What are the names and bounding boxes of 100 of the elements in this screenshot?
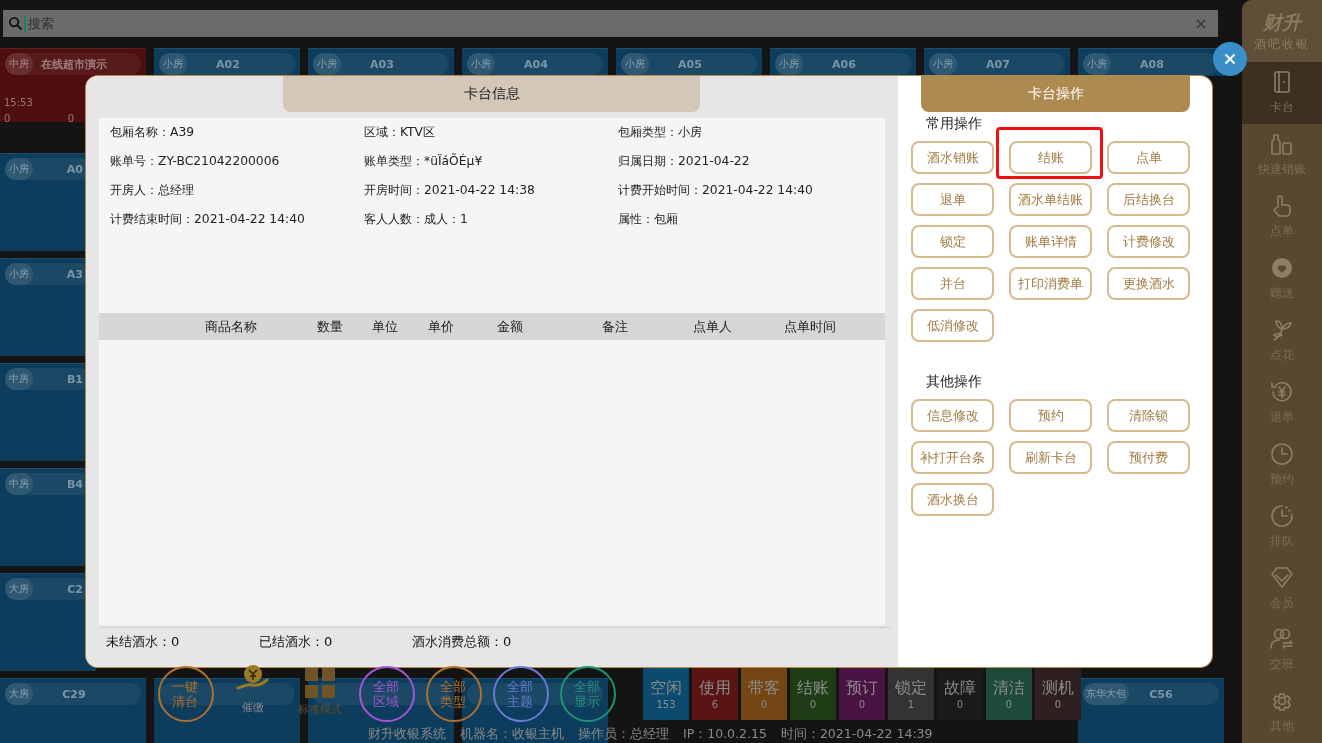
action-button[interactable]: 更换酒水	[1107, 267, 1190, 300]
filter-button[interactable]: 全部显示	[559, 666, 616, 722]
room-type-badge: 小房	[775, 53, 803, 75]
action-button[interactable]: 酒水销账	[911, 141, 994, 174]
action-button[interactable]: 后结换台	[1107, 183, 1190, 216]
action-button[interactable]: 锁定	[911, 225, 994, 258]
room-type-badge: 小房	[1083, 53, 1111, 75]
search-field[interactable]: 搜索	[3, 10, 1218, 37]
toolbar-button[interactable]: 催缴	[235, 664, 270, 715]
status-text: IP：10.0.2.15	[683, 726, 767, 743]
action-button[interactable]: 计费修改	[1107, 225, 1190, 258]
room-tile[interactable]: 小房 A06	[770, 48, 916, 76]
status-filter[interactable]: 空闲 153	[643, 668, 689, 720]
text-cursor	[24, 15, 26, 32]
action-button[interactable]: 并台	[911, 267, 994, 300]
info-field: 属性：包厢	[618, 211, 885, 228]
action-button[interactable]: 预约	[1009, 399, 1092, 432]
room-tile[interactable]: 东华大包 C56	[1078, 678, 1224, 743]
room-tile[interactable]: 小房 A07	[924, 48, 1070, 76]
info-field: 账单号：ZY-BC21042200006	[110, 153, 364, 170]
filter-button[interactable]: 一键清台	[157, 666, 214, 722]
room-name: A02	[215, 57, 241, 71]
room-name: A0	[65, 162, 84, 176]
clock-icon	[1269, 502, 1295, 529]
room-name: A3	[65, 267, 84, 281]
room-name: A05	[677, 57, 703, 71]
info-field: 计费结束时间：2021-04-22 14:40	[110, 211, 364, 228]
room-tile[interactable]: 小房 A05	[616, 48, 762, 76]
column-header: 金额	[496, 317, 524, 336]
column-header: 单位	[371, 317, 399, 336]
clear-icon[interactable]	[1196, 19, 1206, 29]
info-field: 区域：KTV区	[364, 124, 618, 141]
status-filter[interactable]: 故障 0	[937, 668, 983, 720]
room-type-badge: 小房	[467, 53, 495, 75]
room-figure: 0	[67, 113, 74, 124]
filter-button[interactable]: 全部类型	[425, 666, 482, 722]
section-title: 其他操作	[926, 372, 982, 391]
info-field: 开房人：总经理	[110, 182, 364, 199]
room-type-badge: 小房	[621, 53, 649, 75]
action-button[interactable]: 预付费	[1107, 441, 1190, 474]
search-icon	[8, 16, 23, 31]
column-header: 商品名称	[204, 317, 258, 336]
room-type-badge: 小房	[929, 53, 957, 75]
total-label: 酒水消费总额：0	[412, 633, 513, 651]
status-filter[interactable]: 锁定 1	[888, 668, 934, 720]
open-time: 15:53	[4, 97, 33, 108]
room-name: C29	[61, 687, 87, 701]
grid-icon	[302, 666, 337, 700]
column-header: 点单人	[691, 317, 733, 336]
bottle-icon	[1269, 131, 1295, 158]
room-type-badge: 小房	[159, 53, 187, 75]
room-type-badge: 大房	[5, 683, 33, 705]
room-name: B4	[65, 477, 84, 491]
sidebar-item[interactable]: 卡台	[1242, 62, 1322, 124]
status-filter[interactable]: 结账 0	[790, 668, 836, 720]
action-button[interactable]: 点单	[1107, 141, 1190, 174]
room-tile[interactable]: 小房 A02	[154, 48, 300, 76]
room-tile[interactable]: 小房 A08	[1078, 48, 1224, 76]
action-button[interactable]: 退单	[911, 183, 994, 216]
action-button[interactable]: 清除锁	[1107, 399, 1190, 432]
status-filter[interactable]: 测机 0	[1035, 668, 1081, 720]
total-label: 未结酒水：0	[106, 633, 181, 651]
room-tile[interactable]: 大房 C29	[0, 678, 146, 743]
room-figure: 0	[4, 113, 11, 124]
filter-button[interactable]: 全部主题	[492, 666, 549, 722]
column-header: 数量	[316, 317, 344, 336]
column-header: 单价	[427, 317, 455, 336]
action-button[interactable]: 刷新卡台	[1009, 441, 1092, 474]
info-field: 开房时间：2021-04-22 14:38	[364, 182, 618, 199]
room-tile[interactable]: 大房 C2	[0, 573, 96, 671]
filter-button[interactable]: 全部区域	[358, 666, 415, 722]
room-name: A08	[1139, 57, 1165, 71]
action-button[interactable]: 打印消费单	[1009, 267, 1092, 300]
action-button[interactable]: 结账	[1009, 141, 1092, 174]
action-button[interactable]: 账单详情	[1009, 225, 1092, 258]
room-type-badge: 中房	[5, 368, 33, 390]
action-button[interactable]: 酒水单结账	[1009, 183, 1092, 216]
room-name: A07	[985, 57, 1011, 71]
status-text: 时间：2021-04-22 14:39	[780, 726, 933, 743]
diamond-icon	[1269, 564, 1295, 591]
action-button[interactable]: 酒水换台	[911, 483, 994, 516]
room-name: B1	[65, 372, 84, 386]
info-field: 计费开始时间：2021-04-22 14:40	[618, 182, 885, 199]
action-button[interactable]: 低消修改	[911, 309, 994, 342]
status-filter[interactable]: 预订 0	[839, 668, 885, 720]
action-button[interactable]: 信息修改	[911, 399, 994, 432]
room-type-badge: 东华大包	[1083, 683, 1129, 705]
room-name: A03	[369, 57, 395, 71]
status-filter[interactable]: 使用 6	[692, 668, 738, 720]
status-text: 财升收银系统	[368, 726, 446, 743]
clock-icon	[1269, 440, 1295, 467]
room-name: A04	[523, 57, 549, 71]
action-button[interactable]: 补打开台条	[911, 441, 994, 474]
room-tile[interactable]: 小房 A03	[308, 48, 454, 76]
room-tile[interactable]: 小房 A04	[462, 48, 608, 76]
info-field: 归属日期：2021-04-22	[618, 153, 885, 170]
info-field: 包厢类型：小房	[618, 124, 885, 141]
status-filter[interactable]: 清洁 0	[986, 668, 1032, 720]
info-field: 客人人数：成人：1	[364, 211, 618, 228]
status-filter[interactable]: 带客 0	[741, 668, 787, 720]
